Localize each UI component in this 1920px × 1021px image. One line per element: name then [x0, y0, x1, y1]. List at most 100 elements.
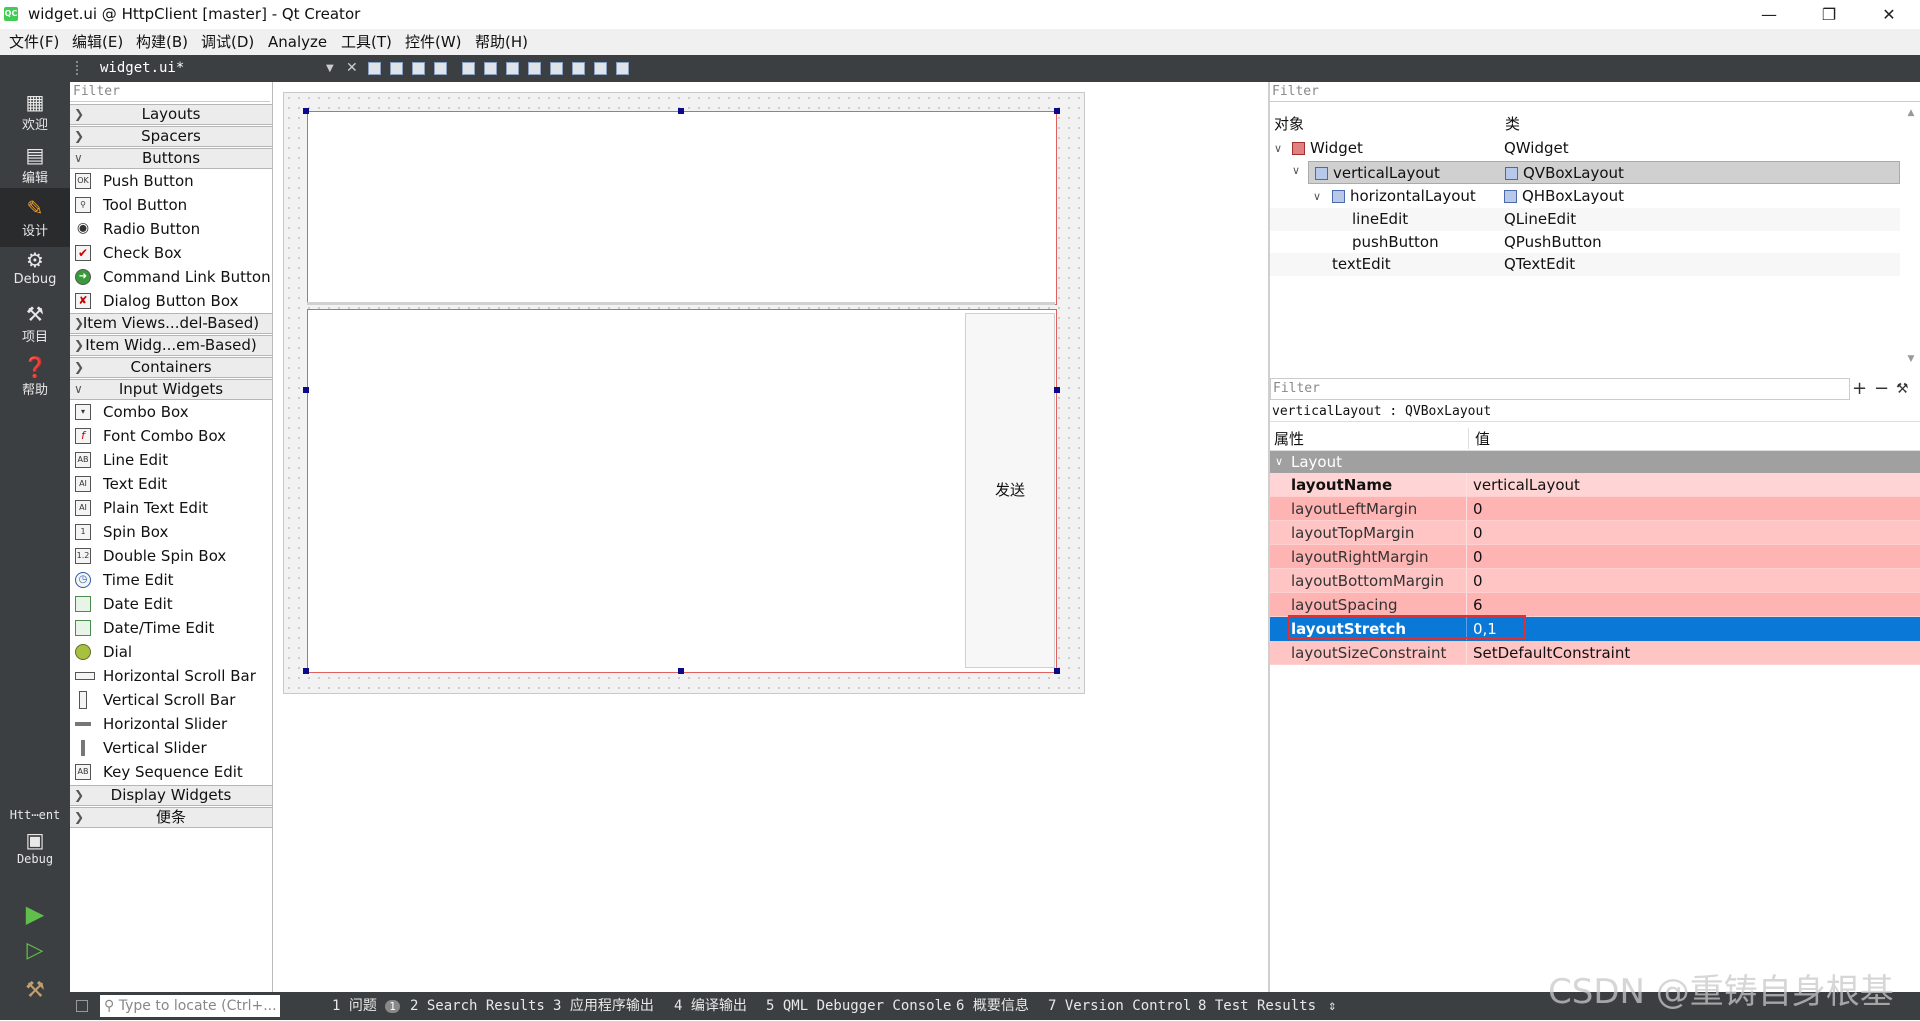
- widget-command-link-button[interactable]: ➜ Command Link Button: [70, 265, 272, 289]
- menu-help[interactable]: 帮助(H): [475, 29, 528, 55]
- mode-debug[interactable]: ⚙ Debug: [0, 248, 70, 287]
- layout-grid-icon[interactable]: [572, 62, 585, 75]
- widget-horizontal-scroll-bar[interactable]: Horizontal Scroll Bar: [70, 664, 272, 688]
- remove-property-icon[interactable]: −: [1874, 378, 1889, 400]
- category-item-widgets[interactable]: ❯ Item Widg...em-Based): [70, 335, 272, 356]
- object-row-widget[interactable]: ∨ Widget QWidget: [1270, 137, 1900, 160]
- property-value[interactable]: 6: [1466, 593, 1920, 616]
- menu-tools[interactable]: 工具(T): [341, 29, 392, 55]
- resize-handle[interactable]: [1054, 387, 1060, 393]
- category-item-views[interactable]: ❯ Item Views...del-Based): [70, 313, 272, 334]
- widget-key-sequence-edit[interactable]: AB Key Sequence Edit: [70, 760, 272, 784]
- widget-spin-box[interactable]: 1 Spin Box: [70, 520, 272, 544]
- object-filter-input[interactable]: Filter: [1270, 82, 1920, 102]
- widget-time-edit[interactable]: ◷ Time Edit: [70, 568, 272, 592]
- property-value[interactable]: 0: [1466, 545, 1920, 568]
- widget-plain-text-edit[interactable]: AI Plain Text Edit: [70, 496, 272, 520]
- break-layout-icon[interactable]: [594, 62, 607, 75]
- mode-projects[interactable]: ⚒ 项目: [0, 302, 70, 345]
- maximize-icon[interactable]: ❐: [1806, 0, 1852, 29]
- configure-icon[interactable]: ⚒: [1896, 378, 1909, 400]
- object-row-verticallayout[interactable]: verticalLayout QVBoxLayout: [1308, 161, 1900, 184]
- property-value[interactable]: 0: [1466, 569, 1920, 592]
- close-document-icon[interactable]: ✕: [346, 55, 358, 82]
- category-containers[interactable]: ❯ Containers: [70, 357, 272, 378]
- text-edit-area[interactable]: [307, 111, 1057, 305]
- output-tab-issues[interactable]: 1 问题 1: [332, 992, 400, 1021]
- category-notes[interactable]: ❯ 便条: [70, 807, 272, 828]
- category-buttons[interactable]: ∨ Buttons: [70, 148, 272, 169]
- object-row-lineedit[interactable]: lineEdit QLineEdit: [1270, 208, 1900, 231]
- property-filter-input[interactable]: Filter: [1270, 378, 1850, 400]
- mode-edit[interactable]: ▤ 编辑: [0, 143, 70, 186]
- property-group-layout[interactable]: ∨ Layout: [1270, 451, 1920, 473]
- output-tab-search[interactable]: 2 Search Results: [410, 992, 545, 1020]
- output-tab-version-control[interactable]: 7 Version Control: [1048, 992, 1191, 1020]
- property-value[interactable]: SetDefaultConstraint: [1466, 641, 1920, 664]
- widget-line-edit[interactable]: AB Line Edit: [70, 448, 272, 472]
- resize-handle[interactable]: [303, 387, 309, 393]
- property-row-rightmargin[interactable]: layoutRightMargin 0: [1270, 545, 1920, 569]
- property-row-bottommargin[interactable]: layoutBottomMargin 0: [1270, 569, 1920, 593]
- chevron-down-icon[interactable]: ∨: [1292, 164, 1300, 177]
- layout-horizontal-icon[interactable]: [462, 62, 475, 75]
- layout-h-splitter-icon[interactable]: [506, 62, 519, 75]
- resize-handle[interactable]: [678, 668, 684, 674]
- property-value[interactable]: 0,1: [1466, 617, 1920, 640]
- category-layouts[interactable]: ❯ Layouts: [70, 104, 272, 125]
- open-file-tab[interactable]: widget.ui*: [100, 55, 184, 82]
- widget-filter-input[interactable]: Filter: [70, 82, 270, 102]
- category-spacers[interactable]: ❯ Spacers: [70, 126, 272, 147]
- kit-selector[interactable]: ▣ Debug: [0, 828, 70, 867]
- widget-tool-button[interactable]: ⚲ Tool Button: [70, 193, 272, 217]
- mode-welcome[interactable]: ▦ 欢迎: [0, 90, 70, 133]
- property-row-layoutname[interactable]: layoutName verticalLayout: [1270, 473, 1920, 497]
- widget-date-edit[interactable]: Date Edit: [70, 592, 272, 616]
- property-row-spacing[interactable]: layoutSpacing 6: [1270, 593, 1920, 617]
- add-property-icon[interactable]: +: [1852, 378, 1867, 400]
- widget-vertical-scroll-bar[interactable]: Vertical Scroll Bar: [70, 688, 272, 712]
- widget-double-spin-box[interactable]: 1.2 Double Spin Box: [70, 544, 272, 568]
- run-icon[interactable]: ▶: [0, 900, 70, 928]
- resize-handle[interactable]: [678, 108, 684, 114]
- widget-vertical-slider[interactable]: Vertical Slider: [70, 736, 272, 760]
- build-hammer-icon[interactable]: ⚒: [0, 978, 70, 1003]
- output-tab-qml-console[interactable]: 5 QML Debugger Console: [766, 992, 951, 1020]
- property-row-sizeconstraint[interactable]: layoutSizeConstraint SetDefaultConstrain…: [1270, 641, 1920, 665]
- column-value[interactable]: 值: [1468, 428, 1490, 449]
- mode-help[interactable]: ❓ 帮助: [0, 355, 70, 398]
- menu-build[interactable]: 构建(B): [136, 29, 188, 55]
- menu-controls[interactable]: 控件(W): [405, 29, 462, 55]
- widget-font-combo-box[interactable]: f Font Combo Box: [70, 424, 272, 448]
- layout-v-splitter-icon[interactable]: [528, 62, 541, 75]
- widget-horizontal-slider[interactable]: Horizontal Slider: [70, 712, 272, 736]
- output-tab-app-output[interactable]: 3 应用程序输出: [553, 992, 654, 1020]
- layout-vertical-icon[interactable]: [484, 62, 497, 75]
- object-row-horizontallayout[interactable]: ∨ horizontalLayout QHBoxLayout: [1270, 185, 1900, 208]
- edit-tab-order-icon[interactable]: [434, 62, 447, 75]
- menu-analyze[interactable]: Analyze: [268, 29, 327, 55]
- property-value[interactable]: verticalLayout: [1466, 473, 1920, 496]
- send-button[interactable]: 发送: [965, 313, 1055, 668]
- minimize-icon[interactable]: —: [1746, 0, 1792, 29]
- widget-radio-button[interactable]: ◉ Radio Button: [70, 217, 272, 241]
- widget-datetime-edit[interactable]: Date/Time Edit: [70, 616, 272, 640]
- adjust-size-icon[interactable]: [616, 62, 629, 75]
- widget-text-edit[interactable]: AI Text Edit: [70, 472, 272, 496]
- resize-handle[interactable]: [303, 108, 309, 114]
- output-tab-summary[interactable]: 6 概要信息: [956, 992, 1029, 1020]
- debug-run-icon[interactable]: ▷: [0, 938, 70, 963]
- category-input-widgets[interactable]: ∨ Input Widgets: [70, 379, 272, 400]
- menu-edit[interactable]: 编辑(E): [72, 29, 123, 55]
- widget-dial[interactable]: Dial: [70, 640, 272, 664]
- resize-handle[interactable]: [1054, 668, 1060, 674]
- property-row-topmargin[interactable]: layoutTopMargin 0: [1270, 521, 1920, 545]
- resize-handle[interactable]: [1054, 108, 1060, 114]
- object-row-pushbutton[interactable]: pushButton QPushButton: [1270, 231, 1900, 254]
- widget-dialog-button-box[interactable]: ✘ Dialog Button Box: [70, 289, 272, 313]
- close-icon[interactable]: ✕: [1866, 0, 1912, 29]
- object-row-textedit[interactable]: textEdit QTextEdit: [1270, 253, 1900, 276]
- edit-widgets-icon[interactable]: [368, 62, 381, 75]
- widget-check-box[interactable]: ✔ Check Box: [70, 241, 272, 265]
- output-tab-test-results[interactable]: 8 Test Results: [1198, 992, 1316, 1020]
